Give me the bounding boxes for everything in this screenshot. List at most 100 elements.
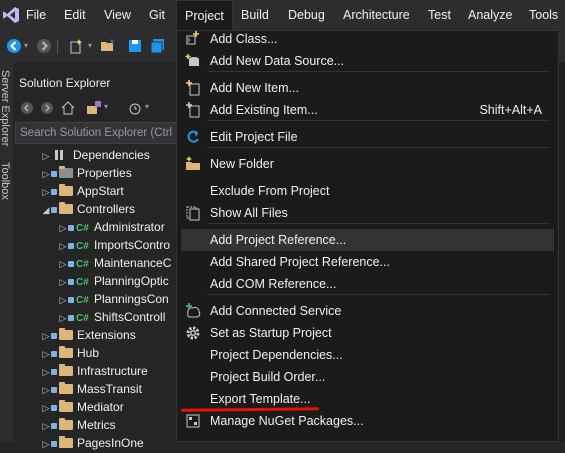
menu-item-add-class[interactable]: Add Class... — [181, 28, 554, 50]
menu-view[interactable]: View — [104, 0, 131, 31]
collapsed-arrow-icon[interactable]: ▷ — [58, 273, 68, 291]
menu-test[interactable]: Test — [428, 0, 451, 31]
tree-item[interactable]: ▷ AppStart — [41, 182, 124, 200]
tree-item[interactable]: ▷ PagesInOne — [41, 434, 144, 452]
tree-item[interactable]: ▷ Infrastructure — [41, 362, 148, 380]
menu-git[interactable]: Git — [149, 0, 165, 31]
forward-icon[interactable] — [36, 38, 52, 54]
edit-project-file-icon — [187, 130, 199, 143]
save-all-icon[interactable] — [150, 38, 166, 54]
menu-project[interactable]: Project — [176, 0, 233, 31]
collapsed-arrow-icon[interactable]: ▷ — [58, 255, 68, 273]
open-icon[interactable] — [100, 38, 116, 54]
tree-item[interactable]: ▷ Properties — [41, 164, 132, 182]
switch-views-icon[interactable] — [86, 100, 102, 116]
toolbox-tab[interactable]: Toolbox — [0, 162, 11, 200]
menu-item-project-dependencies[interactable]: Project Dependencies... — [181, 344, 554, 366]
menu-build[interactable]: Build — [241, 0, 269, 31]
menu-item-exclude-from-project[interactable]: Exclude From Project — [181, 180, 554, 202]
collapsed-arrow-icon[interactable]: ▷ — [41, 327, 51, 345]
collapsed-arrow-icon[interactable]: ▷ — [41, 183, 51, 201]
collapsed-arrow-icon[interactable]: ▷ — [41, 417, 51, 435]
menu-item-project-build-order[interactable]: Project Build Order... — [181, 366, 554, 388]
tree-item[interactable]: ▷ Metrics — [41, 416, 116, 434]
menu-item-show-all-files[interactable]: Show All Files — [181, 202, 554, 224]
collapsed-arrow-icon[interactable]: ▷ — [58, 291, 68, 309]
tree-item[interactable]: ▷ C# Administrator — [58, 218, 165, 236]
tree-item[interactable]: ▷ Hub — [41, 344, 99, 362]
menu-item-set-as-startup-project[interactable]: Set as Startup Project — [181, 322, 554, 344]
home-icon[interactable] — [61, 101, 75, 115]
add-class-icon — [186, 31, 199, 45]
switch-views-dropdown-icon[interactable]: ▾ — [104, 102, 108, 111]
tree-item-label: MassTransit — [77, 382, 142, 396]
menu-item-add-shared-project-reference[interactable]: Add Shared Project Reference... — [181, 251, 554, 273]
collapsed-arrow-icon[interactable]: ▷ — [41, 399, 51, 417]
collapsed-arrow-icon[interactable]: ▷ — [58, 219, 68, 237]
menu-architecture[interactable]: Architecture — [343, 0, 410, 31]
source-control-lock-icon — [51, 423, 57, 429]
tree-item-label: Metrics — [77, 418, 116, 432]
tree-item[interactable]: ▷ C# ImportsContro — [58, 236, 171, 255]
menu-item-shortcut: Shift+Alt+A — [479, 103, 542, 117]
collapsed-arrow-icon[interactable]: ▷ — [58, 309, 68, 327]
connected-service-icon — [186, 303, 201, 318]
menu-analyze[interactable]: Analyze — [468, 0, 512, 31]
source-control-lock-icon — [51, 333, 57, 339]
tree-item-label: AppStart — [77, 184, 124, 198]
save-icon[interactable] — [127, 38, 143, 54]
folder-icon — [59, 184, 73, 196]
menu-item-add-new-data-source[interactable]: Add New Data Source... — [181, 50, 554, 72]
tree-item[interactable]: ◢ Controllers — [41, 200, 135, 218]
menu-item-edit-project-file[interactable]: Edit Project File — [181, 126, 554, 148]
tree-item[interactable]: ▷ C# PlanningsCon — [58, 290, 169, 308]
new-dropdown-icon[interactable]: ▾ — [88, 41, 92, 50]
menu-item-export-template[interactable]: Export Template... — [181, 388, 554, 410]
tree-item[interactable]: ▷ Extensions — [41, 326, 136, 344]
source-control-lock-icon — [51, 387, 57, 393]
collapsed-arrow-icon[interactable]: ▷ — [58, 237, 68, 255]
collapsed-arrow-icon[interactable]: ▷ — [41, 435, 51, 453]
tree-item-label: Infrastructure — [77, 364, 148, 378]
expanded-arrow-icon[interactable]: ◢ — [41, 201, 51, 219]
tree-item[interactable]: ▷ C# PlanningOptic — [58, 272, 169, 290]
back-icon[interactable] — [6, 38, 22, 54]
menu-item-label: Add Class... — [210, 32, 278, 46]
server-explorer-tab[interactable]: Server Explorer — [0, 70, 11, 146]
tree-item[interactable]: ▷ C# ShiftsControll — [58, 308, 166, 327]
back-dropdown-icon[interactable]: ▾ — [24, 41, 28, 50]
menu-edit[interactable]: Edit — [64, 0, 86, 31]
pending-changes-filter-icon[interactable] — [128, 101, 142, 115]
back-icon[interactable] — [20, 101, 34, 115]
menu-tools[interactable]: Tools — [529, 0, 558, 31]
collapsed-arrow-icon[interactable]: ▷ — [41, 147, 51, 165]
collapsed-arrow-icon[interactable]: ▷ — [41, 345, 51, 363]
menu-item-label: New Folder — [210, 157, 274, 171]
collapsed-arrow-icon[interactable]: ▷ — [41, 381, 51, 399]
menu-item-manage-nuget-packages[interactable]: Manage NuGet Packages... — [181, 410, 554, 432]
folder-icon — [59, 346, 73, 358]
menu-item-new-folder[interactable]: New Folder — [181, 153, 554, 175]
menu-file[interactable]: File — [26, 0, 46, 31]
menu-item-add-project-reference[interactable]: Add Project Reference... — [181, 229, 554, 251]
menu-item-add-new-item[interactable]: Add New Item... — [181, 77, 554, 99]
tree-item[interactable]: ▷ Dependencies — [41, 146, 150, 164]
tree-item[interactable]: ▷ Mediator — [41, 398, 124, 416]
menu-item-label: Set as Startup Project — [210, 326, 332, 340]
tree-item[interactable]: ▷ C# MaintenanceC — [58, 254, 172, 273]
source-control-lock-icon — [51, 369, 57, 375]
forward-icon[interactable] — [40, 101, 54, 115]
source-control-lock-icon — [68, 279, 74, 285]
new-project-icon[interactable] — [68, 38, 84, 54]
menu-debug[interactable]: Debug — [288, 0, 325, 31]
filter-dropdown-icon[interactable]: ▾ — [145, 102, 149, 111]
tree-item[interactable]: ▷ MassTransit — [41, 380, 142, 398]
tree-item-label: Controllers — [77, 202, 136, 216]
menu-item-add-com-reference[interactable]: Add COM Reference... — [181, 273, 554, 295]
menu-item-add-existing-item[interactable]: Add Existing Item... Shift+Alt+A — [181, 99, 554, 121]
collapsed-arrow-icon[interactable]: ▷ — [41, 363, 51, 381]
menu-item-add-connected-service[interactable]: Add Connected Service — [181, 300, 554, 322]
menu-item-label: Project Dependencies... — [210, 348, 343, 362]
collapsed-arrow-icon[interactable]: ▷ — [41, 165, 51, 183]
menu-item-label: Add COM Reference... — [210, 277, 337, 291]
